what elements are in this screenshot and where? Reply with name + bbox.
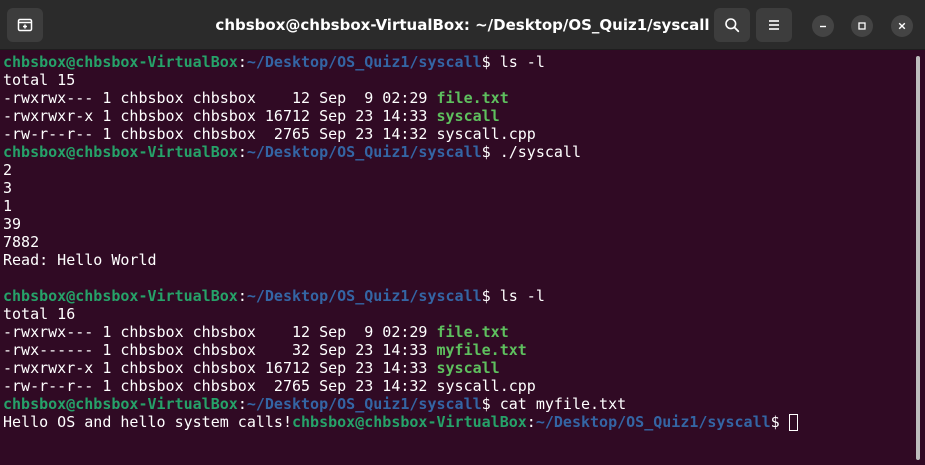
output-text: total 16 xyxy=(3,305,76,323)
file-attributes: -rwx------ 1 chbsbox chbsbox 32 Sep 23 1… xyxy=(3,341,437,359)
output-line: 39 xyxy=(3,215,903,233)
search-icon xyxy=(725,18,740,33)
minimize-button[interactable] xyxy=(812,15,834,37)
prompt-user: chbsbox@chbsbox-VirtualBox xyxy=(3,143,238,161)
file-attributes: -rwxrwx--- 1 chbsbox chbsbox 12 Sep 9 02… xyxy=(3,323,437,341)
prompt-user: chbsbox@chbsbox-VirtualBox xyxy=(291,413,527,431)
output-text: Read: Hello World xyxy=(3,251,157,269)
prompt-user: chbsbox@chbsbox-VirtualBox xyxy=(3,287,238,305)
prompt-line: chbsbox@chbsbox-VirtualBox:~/Desktop/OS_… xyxy=(3,395,903,413)
file-attributes: -rwxrwxr-x 1 chbsbox chbsbox 16712 Sep 2… xyxy=(3,107,437,125)
new-tab-button[interactable] xyxy=(7,8,43,42)
output-text: 39 xyxy=(3,215,22,233)
prompt-user: chbsbox@chbsbox-VirtualBox xyxy=(3,53,238,71)
prompt-path: ~/Desktop/OS_Quiz1/syscall xyxy=(246,287,482,305)
file-attributes: -rw-r--r-- 1 chbsbox chbsbox 2765 Sep 23… xyxy=(3,377,437,395)
hamburger-menu-icon xyxy=(769,20,779,30)
scrollbar-thumb[interactable] xyxy=(916,56,920,460)
command-text: ls -l xyxy=(490,53,545,71)
file-name: file.txt xyxy=(436,89,509,107)
search-button[interactable] xyxy=(714,8,750,42)
file-attributes: -rwxrwx--- 1 chbsbox chbsbox 12 Sep 9 02… xyxy=(3,89,437,107)
file-name: syscall.cpp xyxy=(436,377,536,395)
close-button[interactable] xyxy=(891,15,913,37)
file-name: file.txt xyxy=(436,323,509,341)
file-listing-row: -rwxrwxr-x 1 chbsbox chbsbox 16712 Sep 2… xyxy=(3,107,903,125)
prompt-user: chbsbox@chbsbox-VirtualBox xyxy=(3,395,238,413)
close-icon xyxy=(898,22,906,30)
file-listing-row: -rwxrwxr-x 1 chbsbox chbsbox 16712 Sep 2… xyxy=(3,359,903,377)
minimize-icon xyxy=(820,25,826,28)
window-title: chbsbox@chbsbox-VirtualBox: ~/Desktop/OS… xyxy=(215,16,710,34)
prompt-separator: : xyxy=(237,395,247,413)
command-text: cat myfile.txt xyxy=(490,395,627,413)
output-line: total 16 xyxy=(3,305,903,323)
file-listing-row: -rwx------ 1 chbsbox chbsbox 32 Sep 23 1… xyxy=(3,341,903,359)
prompt-symbol: $ xyxy=(481,287,491,305)
output-line: total 15 xyxy=(3,71,903,89)
output-text: total 15 xyxy=(3,71,76,89)
output-text: 7882 xyxy=(3,233,40,251)
prompt-line: chbsbox@chbsbox-VirtualBox:~/Desktop/OS_… xyxy=(3,287,903,305)
output-text: 1 xyxy=(3,197,13,215)
output-line: 2 xyxy=(3,161,903,179)
output-line: 7882 xyxy=(3,233,903,251)
command-text: ./syscall xyxy=(490,143,581,161)
maximize-icon xyxy=(858,22,866,30)
prompt-symbol: $ xyxy=(481,143,491,161)
prompt-line: chbsbox@chbsbox-VirtualBox:~/Desktop/OS_… xyxy=(3,53,903,71)
terminal-window: chbsbox@chbsbox-VirtualBox: ~/Desktop/OS… xyxy=(0,0,925,465)
prompt-path: ~/Desktop/OS_Quiz1/syscall xyxy=(246,395,482,413)
output-text: 2 xyxy=(3,161,13,179)
file-attributes: -rw-r--r-- 1 chbsbox chbsbox 2765 Sep 23… xyxy=(3,125,437,143)
output-line: 1 xyxy=(3,197,903,215)
new-tab-icon xyxy=(17,18,33,32)
prompt-symbol: $ xyxy=(770,413,780,431)
prompt-path: ~/Desktop/OS_Quiz1/syscall xyxy=(246,143,482,161)
prompt-symbol: $ xyxy=(481,395,491,413)
command-text: ls -l xyxy=(490,287,545,305)
prompt-separator: : xyxy=(237,143,247,161)
file-listing-row: -rw-r--r-- 1 chbsbox chbsbox 2765 Sep 23… xyxy=(3,125,903,143)
file-name: syscall xyxy=(436,107,500,125)
output-line-with-prompt: Hello OS and hello system calls!chbsbox@… xyxy=(3,413,903,431)
output-text: Hello OS and hello system calls! xyxy=(3,413,292,431)
prompt-separator: : xyxy=(237,53,247,71)
output-text: 3 xyxy=(3,179,13,197)
file-listing-row: -rwxrwx--- 1 chbsbox chbsbox 12 Sep 9 02… xyxy=(3,89,903,107)
title-bar[interactable]: chbsbox@chbsbox-VirtualBox: ~/Desktop/OS… xyxy=(0,0,925,50)
command-text xyxy=(780,413,789,431)
prompt-symbol: $ xyxy=(481,53,491,71)
file-listing-row: -rwxrwx--- 1 chbsbox chbsbox 12 Sep 9 02… xyxy=(3,323,903,341)
output-line: 3 xyxy=(3,179,903,197)
file-name: myfile.txt xyxy=(436,341,527,359)
file-name: syscall xyxy=(436,359,500,377)
output-line: Read: Hello World xyxy=(3,251,903,269)
maximize-button[interactable] xyxy=(851,15,873,37)
menu-button[interactable] xyxy=(756,8,792,42)
file-name: syscall.cpp xyxy=(436,125,536,143)
terminal-output[interactable]: chbsbox@chbsbox-VirtualBox:~/Desktop/OS_… xyxy=(3,53,903,463)
prompt-path: ~/Desktop/OS_Quiz1/syscall xyxy=(535,413,771,431)
prompt-line: chbsbox@chbsbox-VirtualBox:~/Desktop/OS_… xyxy=(3,143,903,161)
text-cursor xyxy=(788,414,798,431)
file-listing-row: -rw-r--r-- 1 chbsbox chbsbox 2765 Sep 23… xyxy=(3,377,903,395)
file-attributes: -rwxrwxr-x 1 chbsbox chbsbox 16712 Sep 2… xyxy=(3,359,437,377)
prompt-separator: : xyxy=(237,287,247,305)
prompt-path: ~/Desktop/OS_Quiz1/syscall xyxy=(246,53,482,71)
prompt-separator: : xyxy=(526,413,536,431)
